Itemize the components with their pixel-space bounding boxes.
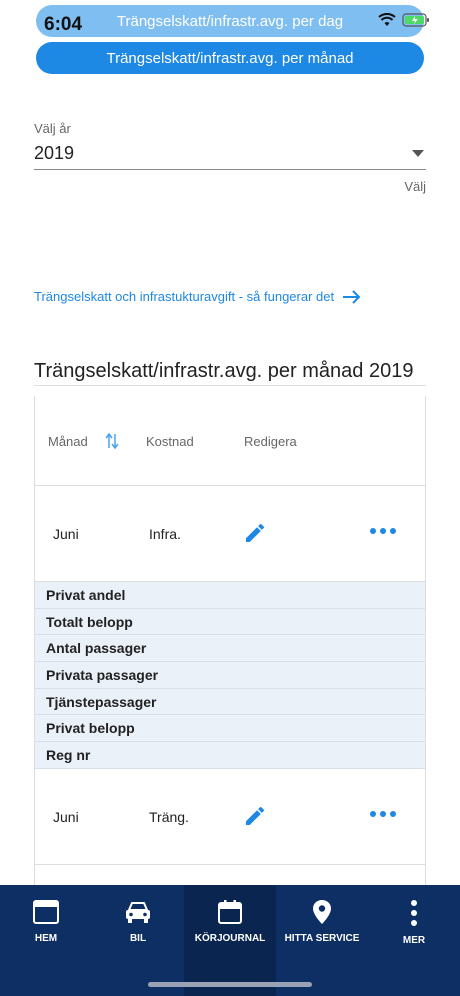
arrow-right-icon (343, 289, 361, 304)
nav-item-hitta-service[interactable]: HITTA SERVICE (276, 885, 368, 996)
dropdown-caret-icon (412, 150, 424, 157)
edit-pencil-icon[interactable] (243, 521, 267, 545)
nav-label-more: MER (402, 935, 426, 946)
more-options-icon[interactable] (369, 809, 397, 819)
sort-icon[interactable] (105, 432, 119, 450)
table-row: Juni Infra. (35, 486, 425, 582)
more-vertical-icon (411, 900, 417, 926)
detail-row-privat-belopp: Privat belopp (35, 715, 425, 743)
row-month: Juni (53, 808, 79, 825)
segment-per-month[interactable]: Trängselskatt/infrastr.avg. per månad (36, 42, 424, 74)
nav-item-korjournal[interactable]: KÖRJOURNAL (184, 885, 276, 996)
nav-item-more[interactable]: MER (368, 885, 460, 996)
detail-row-privata-passager: Privata passager (35, 662, 425, 689)
row-month: Juni (53, 526, 79, 542)
more-options-icon[interactable] (369, 526, 397, 536)
detail-row-tjanstepassager: Tjänstepassager (35, 688, 425, 716)
table-row: Juni Träng. (35, 769, 425, 865)
nav-label-car: BIL (129, 933, 147, 944)
edit-pencil-icon[interactable] (243, 804, 267, 828)
info-link-label: Trängselskatt och infrastukturavgift - s… (34, 289, 335, 304)
row-cost: Infra. (149, 526, 181, 542)
column-header-month[interactable]: Månad (48, 434, 88, 449)
nav-label-korjournal: KÖRJOURNAL (194, 933, 266, 944)
detail-row-antal-passager: Antal passager (35, 635, 425, 663)
wifi-icon (378, 13, 396, 26)
bottom-nav: HEM BIL KÖRJOURNAL HITTA SERVICE MER (0, 885, 460, 996)
status-icons (378, 13, 430, 27)
year-select-label: Välj år (34, 121, 71, 136)
section-title: Trängselskatt/infrastr.avg. per månad 20… (34, 360, 426, 386)
nav-label-hitta-service: HITTA SERVICE (284, 933, 360, 944)
row-cost: Träng. (149, 808, 189, 825)
segment-per-month-label: Trängselskatt/infrastr.avg. per månad (106, 49, 354, 67)
year-select-value: 2019 (34, 143, 75, 163)
location-pin-icon (313, 900, 331, 924)
nav-label-home: HEM (34, 933, 58, 944)
car-icon (126, 902, 150, 923)
home-indicator (148, 982, 312, 987)
costs-table: Månad Kostnad Redigera Juni Infra. Priva… (34, 396, 426, 896)
table-header: Månad Kostnad Redigera (35, 396, 425, 486)
home-icon (33, 900, 59, 924)
year-select-helper: Välj (404, 179, 426, 194)
segment-per-day-label: Trängselskatt/infrastr.avg. per dag (116, 12, 344, 30)
column-header-edit: Redigera (244, 434, 297, 449)
detail-row-reg-nr: Reg nr (35, 742, 425, 769)
battery-icon (402, 13, 429, 27)
nav-item-car[interactable]: BIL (92, 885, 184, 996)
status-time: 6:04 (44, 14, 83, 35)
segment-per-day[interactable]: Trängselskatt/infrastr.avg. per dag (36, 5, 424, 37)
calendar-icon (218, 900, 242, 924)
detail-row-totalt-belopp: Totalt belopp (35, 608, 425, 636)
detail-row-privat-andel: Privat andel (35, 582, 425, 609)
year-select[interactable]: 2019 (34, 138, 426, 170)
info-link[interactable]: Trängselskatt och infrastukturavgift - s… (34, 289, 362, 304)
nav-item-home[interactable]: HEM (0, 885, 92, 996)
column-header-cost: Kostnad (146, 434, 194, 449)
